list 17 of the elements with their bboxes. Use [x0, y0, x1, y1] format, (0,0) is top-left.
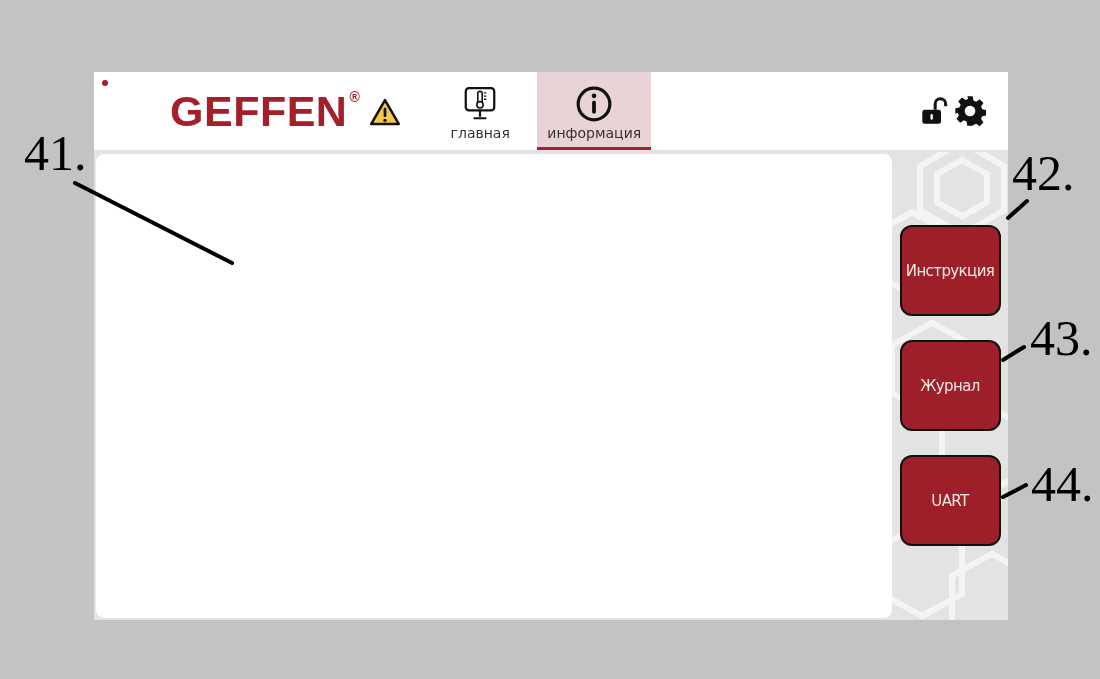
- tab[interactable]: главная: [423, 72, 538, 150]
- settings-icon: [954, 95, 986, 127]
- annotation-label: 43.: [1030, 313, 1093, 363]
- tab-label: информация: [547, 125, 642, 141]
- annotation-label: 44.: [1031, 459, 1094, 509]
- tab-label: главная: [450, 125, 510, 141]
- side-button[interactable]: Инструкция: [899, 225, 1001, 316]
- annotation-label: 42.: [1012, 148, 1075, 198]
- info-icon: [575, 85, 614, 123]
- side-button[interactable]: UART: [899, 455, 1001, 546]
- logo: GEFFEN$^{®}$: [170, 89, 361, 133]
- leader-line: [1006, 199, 1029, 220]
- side-button[interactable]: Журнал: [899, 340, 1001, 431]
- leader-line: [1001, 345, 1026, 362]
- annotation-label: 41.: [24, 128, 87, 178]
- leader-line: [1001, 483, 1028, 499]
- tab[interactable]: информация: [537, 72, 652, 150]
